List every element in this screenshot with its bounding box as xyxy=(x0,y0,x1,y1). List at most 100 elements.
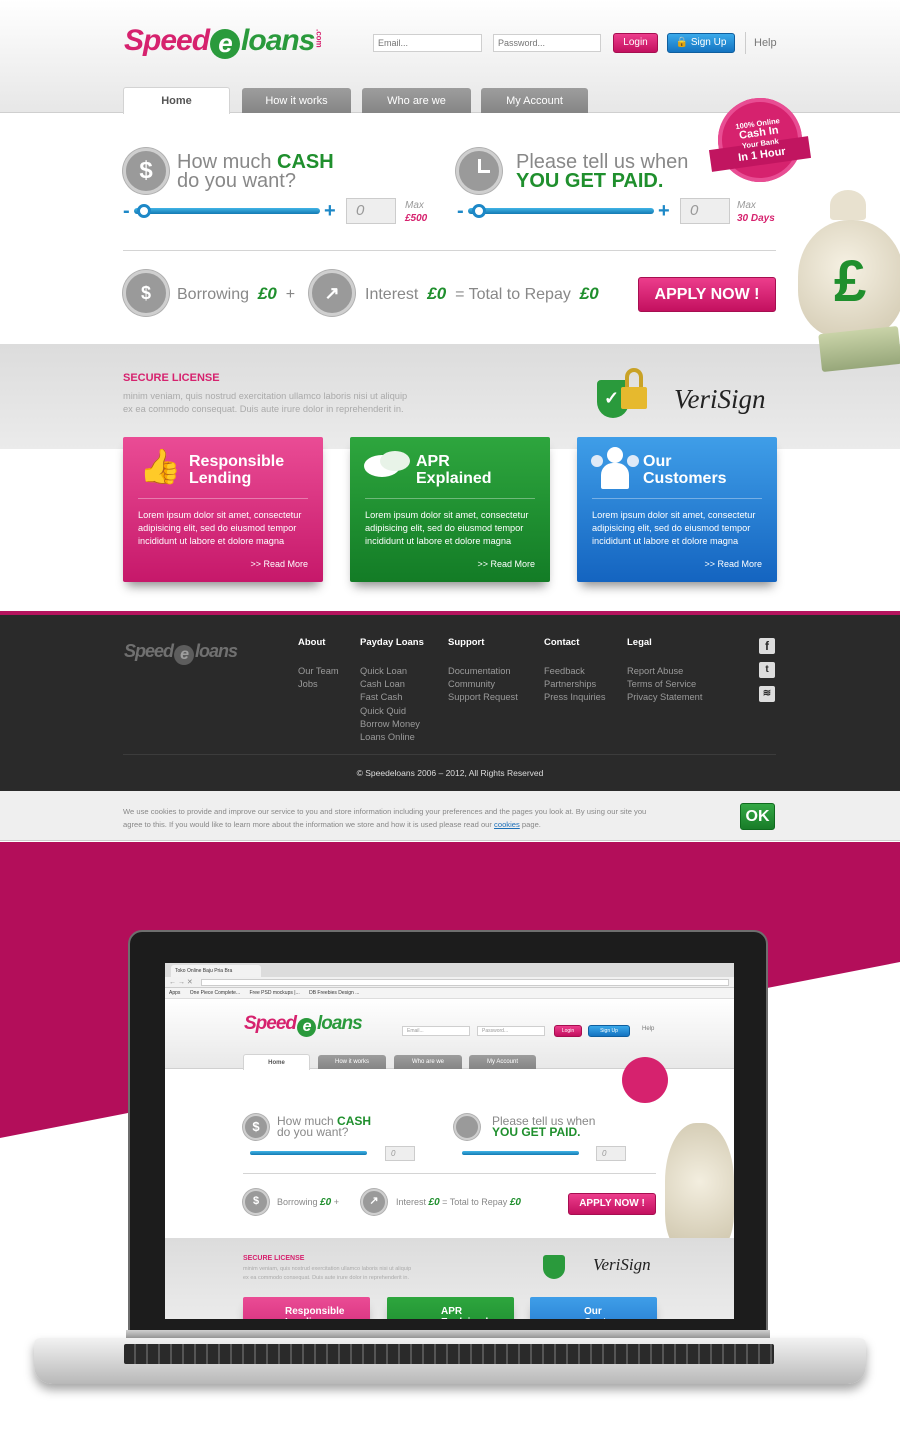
thumbs-up-icon: 👍 xyxy=(139,448,182,486)
footer-link[interactable]: Quick Quid xyxy=(360,705,424,718)
divider xyxy=(745,32,746,54)
login-button[interactable]: Login xyxy=(613,33,658,53)
footer-logo[interactable]: Speed e loans xyxy=(124,641,238,665)
mini-email-input: Email... xyxy=(402,1026,470,1036)
card-responsible-lending[interactable]: 👍 Responsible Lending Lorem ipsum dolor s… xyxy=(123,437,323,582)
footer-link[interactable]: Fast Cash xyxy=(360,691,424,704)
cash-slider[interactable] xyxy=(134,208,320,214)
card-text: Lorem ipsum dolor sit amet, consectetur … xyxy=(365,510,529,546)
bookmark[interactable]: One Piece Complete... xyxy=(190,990,240,996)
site-footer: Speed e loans About Our Team Jobs Payday L… xyxy=(0,611,900,791)
browser-address-bar[interactable]: ← → ✕ xyxy=(165,977,734,988)
footer-link[interactable]: Documentation xyxy=(448,665,518,678)
card-apr-explained[interactable]: APR Explained Lorem ipsum dolor sit amet,… xyxy=(350,437,550,582)
mini-tab: My Account xyxy=(469,1055,536,1069)
mini-badge xyxy=(622,1057,668,1103)
read-more-link[interactable]: >> Read More xyxy=(250,559,308,569)
help-link[interactable]: Help xyxy=(754,37,777,49)
card-text: Lorem ipsum dolor sit amet, consectetur … xyxy=(138,510,302,546)
card-our-customers[interactable]: Our Customers Lorem ipsum dolor sit amet,… xyxy=(577,437,777,582)
bookmark[interactable]: Free PSD mockups |... xyxy=(250,990,300,996)
twitter-icon[interactable]: t xyxy=(759,662,775,678)
tab-my-account[interactable]: My Account xyxy=(481,88,588,113)
laptop-display: Toko Online Baju Pria Bra ← → ✕ Apps One… xyxy=(165,963,734,1319)
footer-link[interactable]: Borrow Money xyxy=(360,718,424,731)
mini-money-bag-icon: $ xyxy=(243,1189,269,1215)
paid-days-input[interactable]: 0 xyxy=(680,198,730,224)
mini-divider xyxy=(243,1173,656,1174)
facebook-icon[interactable]: f xyxy=(759,638,775,654)
footer-link[interactable]: Loans Online xyxy=(360,731,424,744)
read-more-link[interactable]: >> Read More xyxy=(477,559,535,569)
paid-question: Please tell us when YOU GET PAID. xyxy=(516,151,689,192)
cash-minus-button[interactable]: - xyxy=(123,201,130,221)
cookie-banner: We use cookies to provide and improve ou… xyxy=(0,791,900,841)
cookie-ok-button[interactable]: OK xyxy=(740,803,775,830)
signup-button[interactable]: 🔒 Sign Up xyxy=(667,33,735,53)
bookmarks-bar: Apps One Piece Complete... Free PSD mock… xyxy=(165,988,734,999)
cash-slider-handle[interactable] xyxy=(137,204,151,218)
paid-max-label: Max 30 Days xyxy=(737,200,775,224)
footer-col-legal: Legal Report Abuse Terms of Service Priv… xyxy=(627,637,702,705)
speech-bubbles-icon xyxy=(364,451,410,479)
email-input[interactable] xyxy=(373,34,482,52)
cookies-link[interactable]: cookies xyxy=(494,820,520,829)
paid-minus-button[interactable]: - xyxy=(457,201,464,221)
footer-link[interactable]: Terms of Service xyxy=(627,678,702,691)
laptop-showcase: Toko Online Baju Pria Bra ← → ✕ Apps One… xyxy=(0,842,900,1430)
cash-amount-input[interactable]: 0 xyxy=(346,198,396,224)
laptop-base xyxy=(34,1338,866,1384)
tab-how-it-works[interactable]: How it works xyxy=(242,88,351,113)
rss-icon[interactable]: ≋ xyxy=(759,686,775,702)
footer-link[interactable]: Report Abuse xyxy=(627,665,702,678)
cash-plus-button[interactable]: + xyxy=(324,201,336,221)
trend-up-icon: ↗ xyxy=(309,270,355,316)
logo[interactable]: Speed e loans.com xyxy=(124,24,323,59)
mini-cash-slider xyxy=(250,1151,367,1155)
card-divider xyxy=(365,498,535,499)
browser-tabbar: Toko Online Baju Pria Bra xyxy=(165,963,734,977)
interest-summary: Interest £0 = Total to Repay £0 xyxy=(365,284,599,303)
mini-tab: Who are we xyxy=(394,1055,462,1069)
mini-tab-home: Home xyxy=(243,1054,310,1070)
mini-logo: Speed e loans xyxy=(244,1013,363,1037)
footer-link[interactable]: Our Team xyxy=(298,665,339,678)
mini-secure-title: SECURE LICENSE xyxy=(243,1255,305,1262)
paid-plus-button[interactable]: + xyxy=(658,201,670,221)
mini-trend-icon: ↗ xyxy=(361,1189,387,1215)
browser-tab[interactable]: Toko Online Baju Pria Bra xyxy=(171,965,261,977)
footer-link[interactable]: Partnerships xyxy=(544,678,606,691)
url-field[interactable] xyxy=(201,979,729,986)
bookmark[interactable]: Apps xyxy=(169,990,180,996)
card-text: Lorem ipsum dolor sit amet, consectetur … xyxy=(592,510,756,546)
shield-lock-icon: ✓ xyxy=(597,368,649,420)
secure-text: minim veniam, quis nostrud exercitation … xyxy=(123,391,408,414)
apply-now-button[interactable]: APPLY NOW ! xyxy=(638,277,776,312)
footer-link[interactable]: Support Request xyxy=(448,691,518,704)
footer-link[interactable]: Community xyxy=(448,678,518,691)
footer-link[interactable]: Privacy Statement xyxy=(627,691,702,704)
footer-col-contact: Contact Feedback Partnerships Press Inqu… xyxy=(544,637,606,705)
mini-secure-text: minim veniam, quis nostrud exercitation … xyxy=(243,1266,412,1281)
paid-slider[interactable] xyxy=(468,208,654,214)
footer-link[interactable]: Feedback xyxy=(544,665,606,678)
password-input[interactable] xyxy=(493,34,601,52)
mini-paid-input: 0 xyxy=(596,1146,626,1161)
card-title: Responsible Lending xyxy=(189,453,285,487)
card-title: Our Customers xyxy=(643,453,727,487)
secure-title: SECURE LICENSE xyxy=(123,372,220,384)
footer-link[interactable]: Press Inquiries xyxy=(544,691,606,704)
footer-link[interactable]: Cash Loan xyxy=(360,678,424,691)
paid-slider-handle[interactable] xyxy=(472,204,486,218)
dollar-icon: $ xyxy=(123,148,169,194)
footer-link[interactable]: Quick Loan xyxy=(360,665,424,678)
read-more-link[interactable]: >> Read More xyxy=(704,559,762,569)
bookmark[interactable]: DB Freebies Design ... xyxy=(309,990,359,996)
mini-card: APRExplained xyxy=(387,1297,514,1319)
browser-nav-icons[interactable]: ← → ✕ xyxy=(169,978,193,986)
tab-who-are-we[interactable]: Who are we xyxy=(362,88,471,113)
tab-home[interactable]: Home xyxy=(123,87,230,114)
footer-link[interactable]: Jobs xyxy=(298,678,339,691)
calc-divider xyxy=(123,250,776,251)
site-header: Speedeloans.com Login 🔒 Sign Up Help Hom… xyxy=(0,0,900,114)
